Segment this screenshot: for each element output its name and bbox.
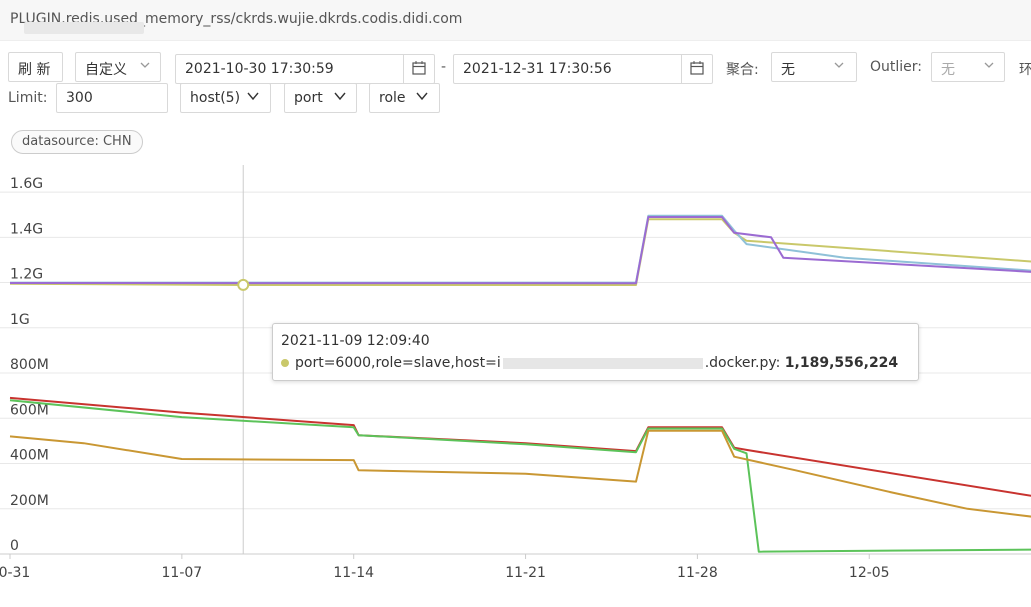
chevron-down-icon xyxy=(984,60,994,69)
limit-label: Limit: xyxy=(8,90,48,106)
tooltip-series: port=6000,role=slave,host=i .docker.py: 1… xyxy=(281,355,898,371)
series-color-dot xyxy=(281,359,289,367)
x-tick-label: 11-14 xyxy=(333,565,374,581)
tooltip-value: 1,189,556,224 xyxy=(784,355,899,371)
outlier-select[interactable]: 无 xyxy=(931,52,1005,82)
y-tick-label: 1.2G xyxy=(10,267,43,283)
series-line-1 xyxy=(9,218,1031,286)
start-time-input[interactable]: 2021-10-30 17:30:59 xyxy=(175,54,435,84)
series-line-5 xyxy=(9,399,1031,553)
chevron-down-icon xyxy=(247,91,259,101)
chevron-down-icon xyxy=(140,60,150,69)
series-line-4 xyxy=(9,396,1031,497)
x-tick-label: 10-31 xyxy=(0,565,30,581)
outlier-label: Outlier: xyxy=(870,59,923,75)
y-tick-label: 1.6G xyxy=(10,176,43,192)
y-tick-label: 800M xyxy=(10,357,49,373)
calendar-icon[interactable] xyxy=(681,55,712,83)
x-tick-label: 12-05 xyxy=(849,565,890,581)
y-tick-label: 400M xyxy=(10,448,49,464)
y-tick-label: 0 xyxy=(10,538,19,554)
host-tag-select[interactable]: host(5) xyxy=(180,83,271,113)
title-bar: PLUGIN.redis.used_memory_rss/c krds.wujie… xyxy=(0,0,1031,41)
env-label: 环 xyxy=(1019,62,1031,78)
y-tick-label: 1G xyxy=(10,312,30,328)
range-select[interactable]: 自定义 xyxy=(75,52,161,82)
y-tick-label: 1.4G xyxy=(10,221,43,237)
chevron-down-icon xyxy=(416,91,428,101)
chart-tooltip: 2021-11-09 12:09:40 port=6000,role=slave… xyxy=(272,323,919,381)
end-time-input[interactable]: 2021-12-31 17:30:56 xyxy=(453,54,713,84)
datasource-chip[interactable]: datasource: CHN xyxy=(11,130,143,154)
tooltip-time: 2021-11-09 12:09:40 xyxy=(281,333,430,349)
y-tick-label: 600M xyxy=(10,402,49,418)
aggregation-select[interactable]: 无 xyxy=(771,52,857,82)
x-tick-label: 11-28 xyxy=(677,565,718,581)
hover-point xyxy=(237,278,250,291)
range-separator: - xyxy=(441,59,447,75)
calendar-icon[interactable] xyxy=(403,55,434,83)
x-tick-label: 11-21 xyxy=(505,565,546,581)
chevron-down-icon xyxy=(334,91,346,101)
limit-input[interactable]: 300 xyxy=(56,83,168,113)
y-tick-label: 200M xyxy=(10,493,49,509)
memory-line-chart: 0 200M 400M 600M 800M 1G 1.2G 1.4G 1.6G 10-31 11-0… xyxy=(0,165,1031,581)
redacted-block xyxy=(24,22,144,34)
series-line-2 xyxy=(10,214,1031,284)
metric-title: PLUGIN.redis.used_memory_rss/c krds.wujie… xyxy=(10,11,462,34)
role-tag-select[interactable]: role xyxy=(369,83,440,113)
port-tag-select[interactable]: port xyxy=(284,83,357,113)
x-tick-label: 11-07 xyxy=(162,565,203,581)
chevron-down-icon xyxy=(834,60,844,69)
refresh-button[interactable]: 刷 新 xyxy=(8,52,63,82)
aggregation-label: 聚合: xyxy=(726,62,759,78)
redacted-block xyxy=(502,357,703,369)
